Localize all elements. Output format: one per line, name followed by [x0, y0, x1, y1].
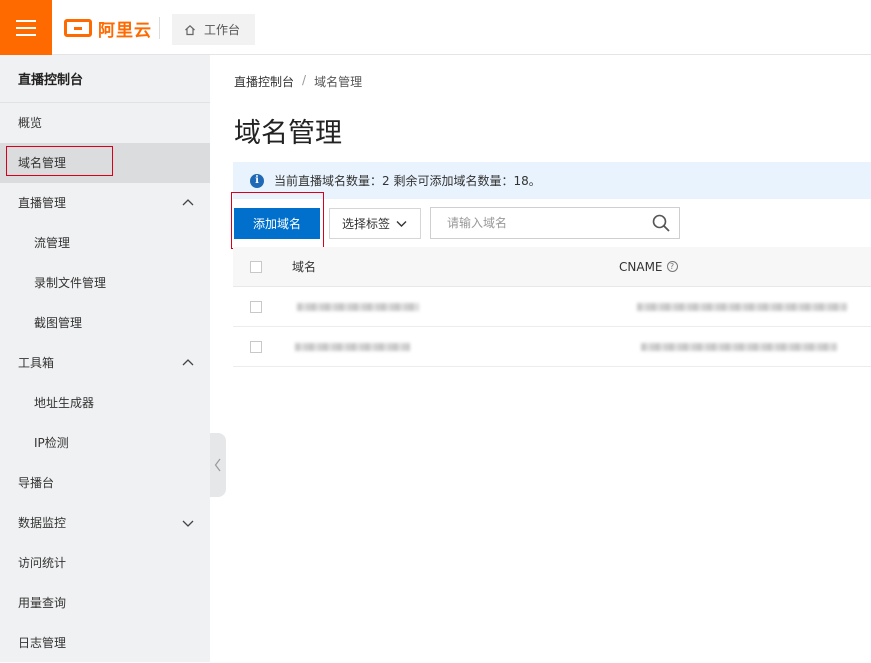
table-header: 域名 CNAME ?	[233, 247, 871, 287]
sidebar: 直播控制台 概览 域名管理 直播管理 流管理 录制文件管理 截图管理 工具箱 地…	[0, 55, 210, 662]
tag-select-dropdown[interactable]: 选择标签	[329, 208, 421, 239]
breadcrumb-current: 域名管理	[314, 75, 363, 89]
sidebar-item-live-management[interactable]: 直播管理	[0, 183, 210, 223]
sidebar-item-label: 访问统计	[18, 556, 67, 570]
aliyun-logo-icon	[64, 19, 92, 37]
sidebar-item-url-generator[interactable]: 地址生成器	[0, 383, 210, 423]
sidebar-item-snapshot-management[interactable]: 截图管理	[0, 303, 210, 343]
chevron-down-icon	[396, 221, 407, 227]
sidebar-item-recording-files[interactable]: 录制文件管理	[0, 263, 210, 303]
breadcrumb-live-console[interactable]: 直播控制台	[234, 73, 294, 90]
sidebar-item-label: 流管理	[34, 236, 71, 250]
workbench-label: 工作台	[204, 23, 241, 37]
help-icon[interactable]: ?	[666, 261, 678, 272]
sidebar-item-label: 地址生成器	[34, 396, 95, 410]
sidebar-item-access-statistics[interactable]: 访问统计	[0, 543, 210, 583]
brand-name: 阿里云	[98, 20, 152, 41]
sidebar-item-production-studio[interactable]: 导播台	[0, 463, 210, 503]
row-checkbox[interactable]	[250, 300, 262, 313]
add-domain-button[interactable]: 添加域名	[234, 208, 320, 239]
sidebar-item-label: 数据监控	[18, 516, 67, 530]
column-header-cname: CNAME ?	[619, 260, 678, 274]
sidebar-collapse-handle[interactable]	[210, 433, 226, 497]
redacted-cname	[637, 303, 847, 311]
sidebar-item-usage-query[interactable]: 用量查询	[0, 583, 210, 623]
sidebar-item-label: 导播台	[18, 476, 55, 490]
sidebar-item-label: 直播管理	[18, 196, 67, 210]
breadcrumb-separator: /	[302, 73, 307, 87]
sidebar-item-data-monitoring[interactable]: 数据监控	[0, 503, 210, 543]
sidebar-item-toolbox[interactable]: 工具箱	[0, 343, 210, 383]
column-header-domain: 域名	[292, 260, 317, 274]
menu-bar-icon	[16, 19, 36, 22]
sidebar-item-log-management[interactable]: 日志管理	[0, 623, 210, 663]
table-row	[233, 327, 871, 367]
top-bar: 阿里云 工作台	[0, 0, 871, 55]
sidebar-item-domain-management[interactable]: 域名管理	[0, 143, 210, 183]
workbench-button[interactable]: 工作台	[172, 14, 255, 45]
row-checkbox[interactable]	[250, 340, 262, 353]
domain-search-box	[430, 207, 680, 239]
sidebar-item-label: 日志管理	[18, 636, 67, 650]
home-icon	[185, 24, 195, 35]
redacted-cname	[641, 343, 837, 351]
sidebar-item-label: 工具箱	[18, 356, 55, 370]
sidebar-title: 直播控制台	[0, 55, 210, 103]
sidebar-item-label: 录制文件管理	[34, 276, 107, 290]
page-title: 域名管理	[234, 118, 342, 149]
aliyun-logo[interactable]: 阿里云	[64, 17, 152, 41]
sidebar-item-label: 概览	[18, 116, 43, 130]
chevron-up-icon	[182, 359, 194, 366]
sidebar-item-label: 用量查询	[18, 596, 67, 610]
redacted-domain	[295, 343, 410, 351]
menu-bar-icon	[16, 33, 36, 36]
chevron-down-icon	[182, 520, 194, 527]
sidebar-item-stream-management[interactable]: 流管理	[0, 223, 210, 263]
tag-select-label: 选择标签	[342, 217, 391, 231]
sidebar-item-label: IP检测	[34, 436, 69, 450]
domain-quota-notice: i 当前直播域名数量：2 剩余可添加域名数量：18。	[233, 162, 871, 199]
redacted-domain	[297, 303, 419, 311]
chevron-up-icon	[182, 199, 194, 206]
info-icon: i	[250, 173, 264, 188]
divider	[159, 17, 160, 39]
domain-table: 域名 CNAME ?	[233, 247, 871, 367]
chevron-left-icon	[214, 458, 221, 472]
sidebar-item-overview[interactable]: 概览	[0, 103, 210, 143]
highlight-box	[6, 146, 113, 176]
breadcrumb: 直播控制台 / 域名管理	[234, 73, 362, 90]
menu-bar-icon	[16, 26, 36, 29]
search-icon[interactable]	[652, 214, 670, 232]
domain-search-input[interactable]	[431, 208, 652, 238]
sidebar-item-label: 截图管理	[34, 316, 83, 330]
select-all-checkbox[interactable]	[250, 260, 262, 273]
hamburger-menu-button[interactable]	[0, 0, 52, 55]
column-header-cname-label: CNAME	[619, 259, 663, 274]
sidebar-item-ip-check[interactable]: IP检测	[0, 423, 210, 463]
notice-text: 当前直播域名数量：2 剩余可添加域名数量：18。	[274, 174, 541, 188]
table-row	[233, 287, 871, 327]
